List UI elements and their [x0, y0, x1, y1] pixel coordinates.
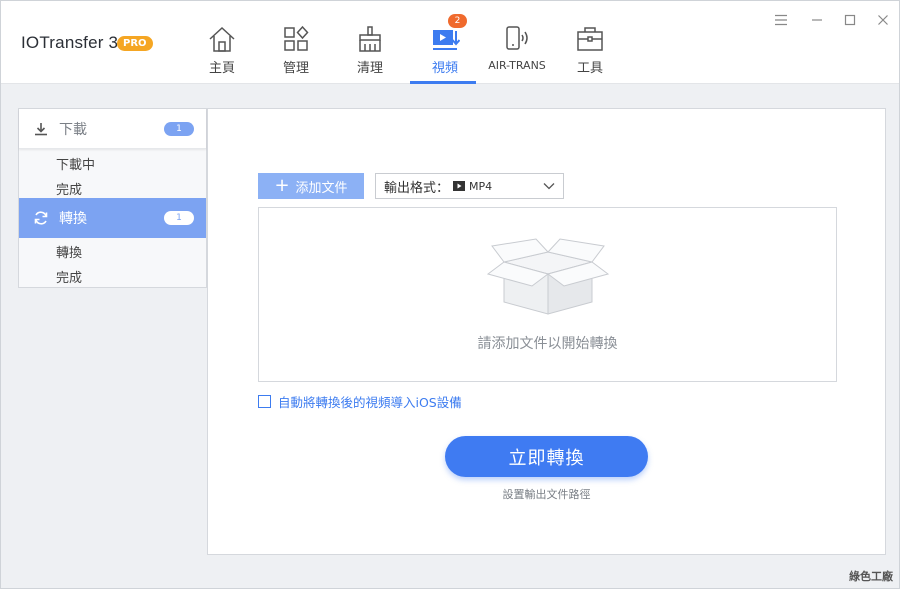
- toolbox-icon: [577, 27, 603, 51]
- main-panel: + 添加文件 輸出格式： MP4 請添加文件以開始轉換 自動將轉換後的視頻導入i…: [207, 108, 886, 555]
- add-file-button[interactable]: + 添加文件: [258, 173, 364, 199]
- download-count-badge: 1: [164, 122, 194, 136]
- maximize-icon[interactable]: [842, 12, 858, 28]
- format-label: 輸出格式：: [384, 180, 450, 196]
- auto-import-checkbox[interactable]: [258, 395, 271, 408]
- menu-icon[interactable]: [773, 12, 789, 28]
- sidebar-group-download[interactable]: 下載 1: [19, 109, 206, 149]
- broom-clean-icon: [359, 26, 381, 52]
- video-file-icon: [453, 181, 466, 191]
- add-file-label: 添加文件: [295, 180, 348, 196]
- sidebar-group-convert[interactable]: 轉換 1: [19, 198, 206, 238]
- tab-tools[interactable]: 工具: [555, 21, 625, 84]
- chevron-down-icon: [543, 183, 555, 190]
- tab-air-trans[interactable]: AIR-TRANS: [482, 21, 552, 84]
- tab-clean-label: 清理: [356, 61, 383, 76]
- tab-video[interactable]: 2 視頻: [410, 14, 480, 84]
- output-format-select[interactable]: 輸出格式： MP4: [375, 173, 564, 199]
- active-tab-indicator: [410, 81, 476, 84]
- video-download-icon: [433, 30, 460, 50]
- download-icon: [35, 122, 47, 135]
- set-output-path-link[interactable]: 設置輸出文件路徑: [208, 486, 885, 502]
- file-drop-zone[interactable]: 請添加文件以開始轉換: [258, 207, 837, 382]
- sidebar: 下載 1 下載中 完成 轉換 1 轉換 完成: [18, 108, 207, 288]
- home-icon: [209, 26, 235, 52]
- sidebar-item-downloading[interactable]: 下載中: [56, 154, 95, 173]
- video-count-badge: 2: [448, 14, 467, 28]
- sidebar-download-label: 下載: [59, 121, 87, 138]
- phone-wireless-icon: [506, 26, 528, 50]
- app-window: IOTransfer 3 PRO 主頁 管理 清理 2 視頻 AIR-TRANS…: [0, 0, 900, 589]
- convert-count-badge: 1: [164, 211, 194, 225]
- empty-box-icon: [486, 238, 610, 315]
- auto-import-label: 自動將轉換後的視頻導入iOS設備: [278, 395, 462, 410]
- watermark-text: 綠色工廠: [849, 570, 893, 583]
- tab-air-trans-label: AIR-TRANS: [488, 59, 546, 72]
- tab-manage-label: 管理: [282, 61, 309, 76]
- pro-badge: PRO: [117, 36, 153, 51]
- tab-tools-label: 工具: [576, 61, 603, 76]
- grid-manage-icon: [284, 25, 309, 51]
- sidebar-item-download-done[interactable]: 完成: [56, 179, 82, 198]
- tab-home[interactable]: 主頁: [187, 21, 257, 84]
- refresh-icon: [34, 211, 48, 225]
- close-icon[interactable]: [875, 12, 891, 28]
- format-value: MP4: [469, 179, 493, 193]
- plus-icon: +: [274, 175, 290, 196]
- tab-manage[interactable]: 管理: [261, 21, 331, 84]
- drop-hint-text: 請添加文件以開始轉換: [477, 336, 618, 352]
- sidebar-convert-label: 轉換: [59, 211, 87, 227]
- convert-now-button[interactable]: 立即轉換: [445, 436, 648, 477]
- tab-home-label: 主頁: [208, 61, 235, 76]
- minimize-icon[interactable]: [809, 12, 825, 28]
- header-bar: IOTransfer 3 PRO 主頁 管理 清理 2 視頻 AIR-TRANS…: [1, 1, 899, 84]
- output-path-label: 設置輸出文件路徑: [502, 488, 591, 501]
- app-title: IOTransfer 3: [21, 33, 119, 52]
- tab-video-label: 視頻: [431, 61, 458, 76]
- auto-import-option[interactable]: 自動將轉換後的視頻導入iOS設備: [258, 392, 462, 411]
- convert-now-label: 立即轉換: [508, 447, 585, 469]
- sidebar-item-convert-done[interactable]: 完成: [56, 267, 82, 286]
- sidebar-item-converting[interactable]: 轉換: [56, 242, 82, 261]
- tab-clean[interactable]: 清理: [335, 21, 405, 84]
